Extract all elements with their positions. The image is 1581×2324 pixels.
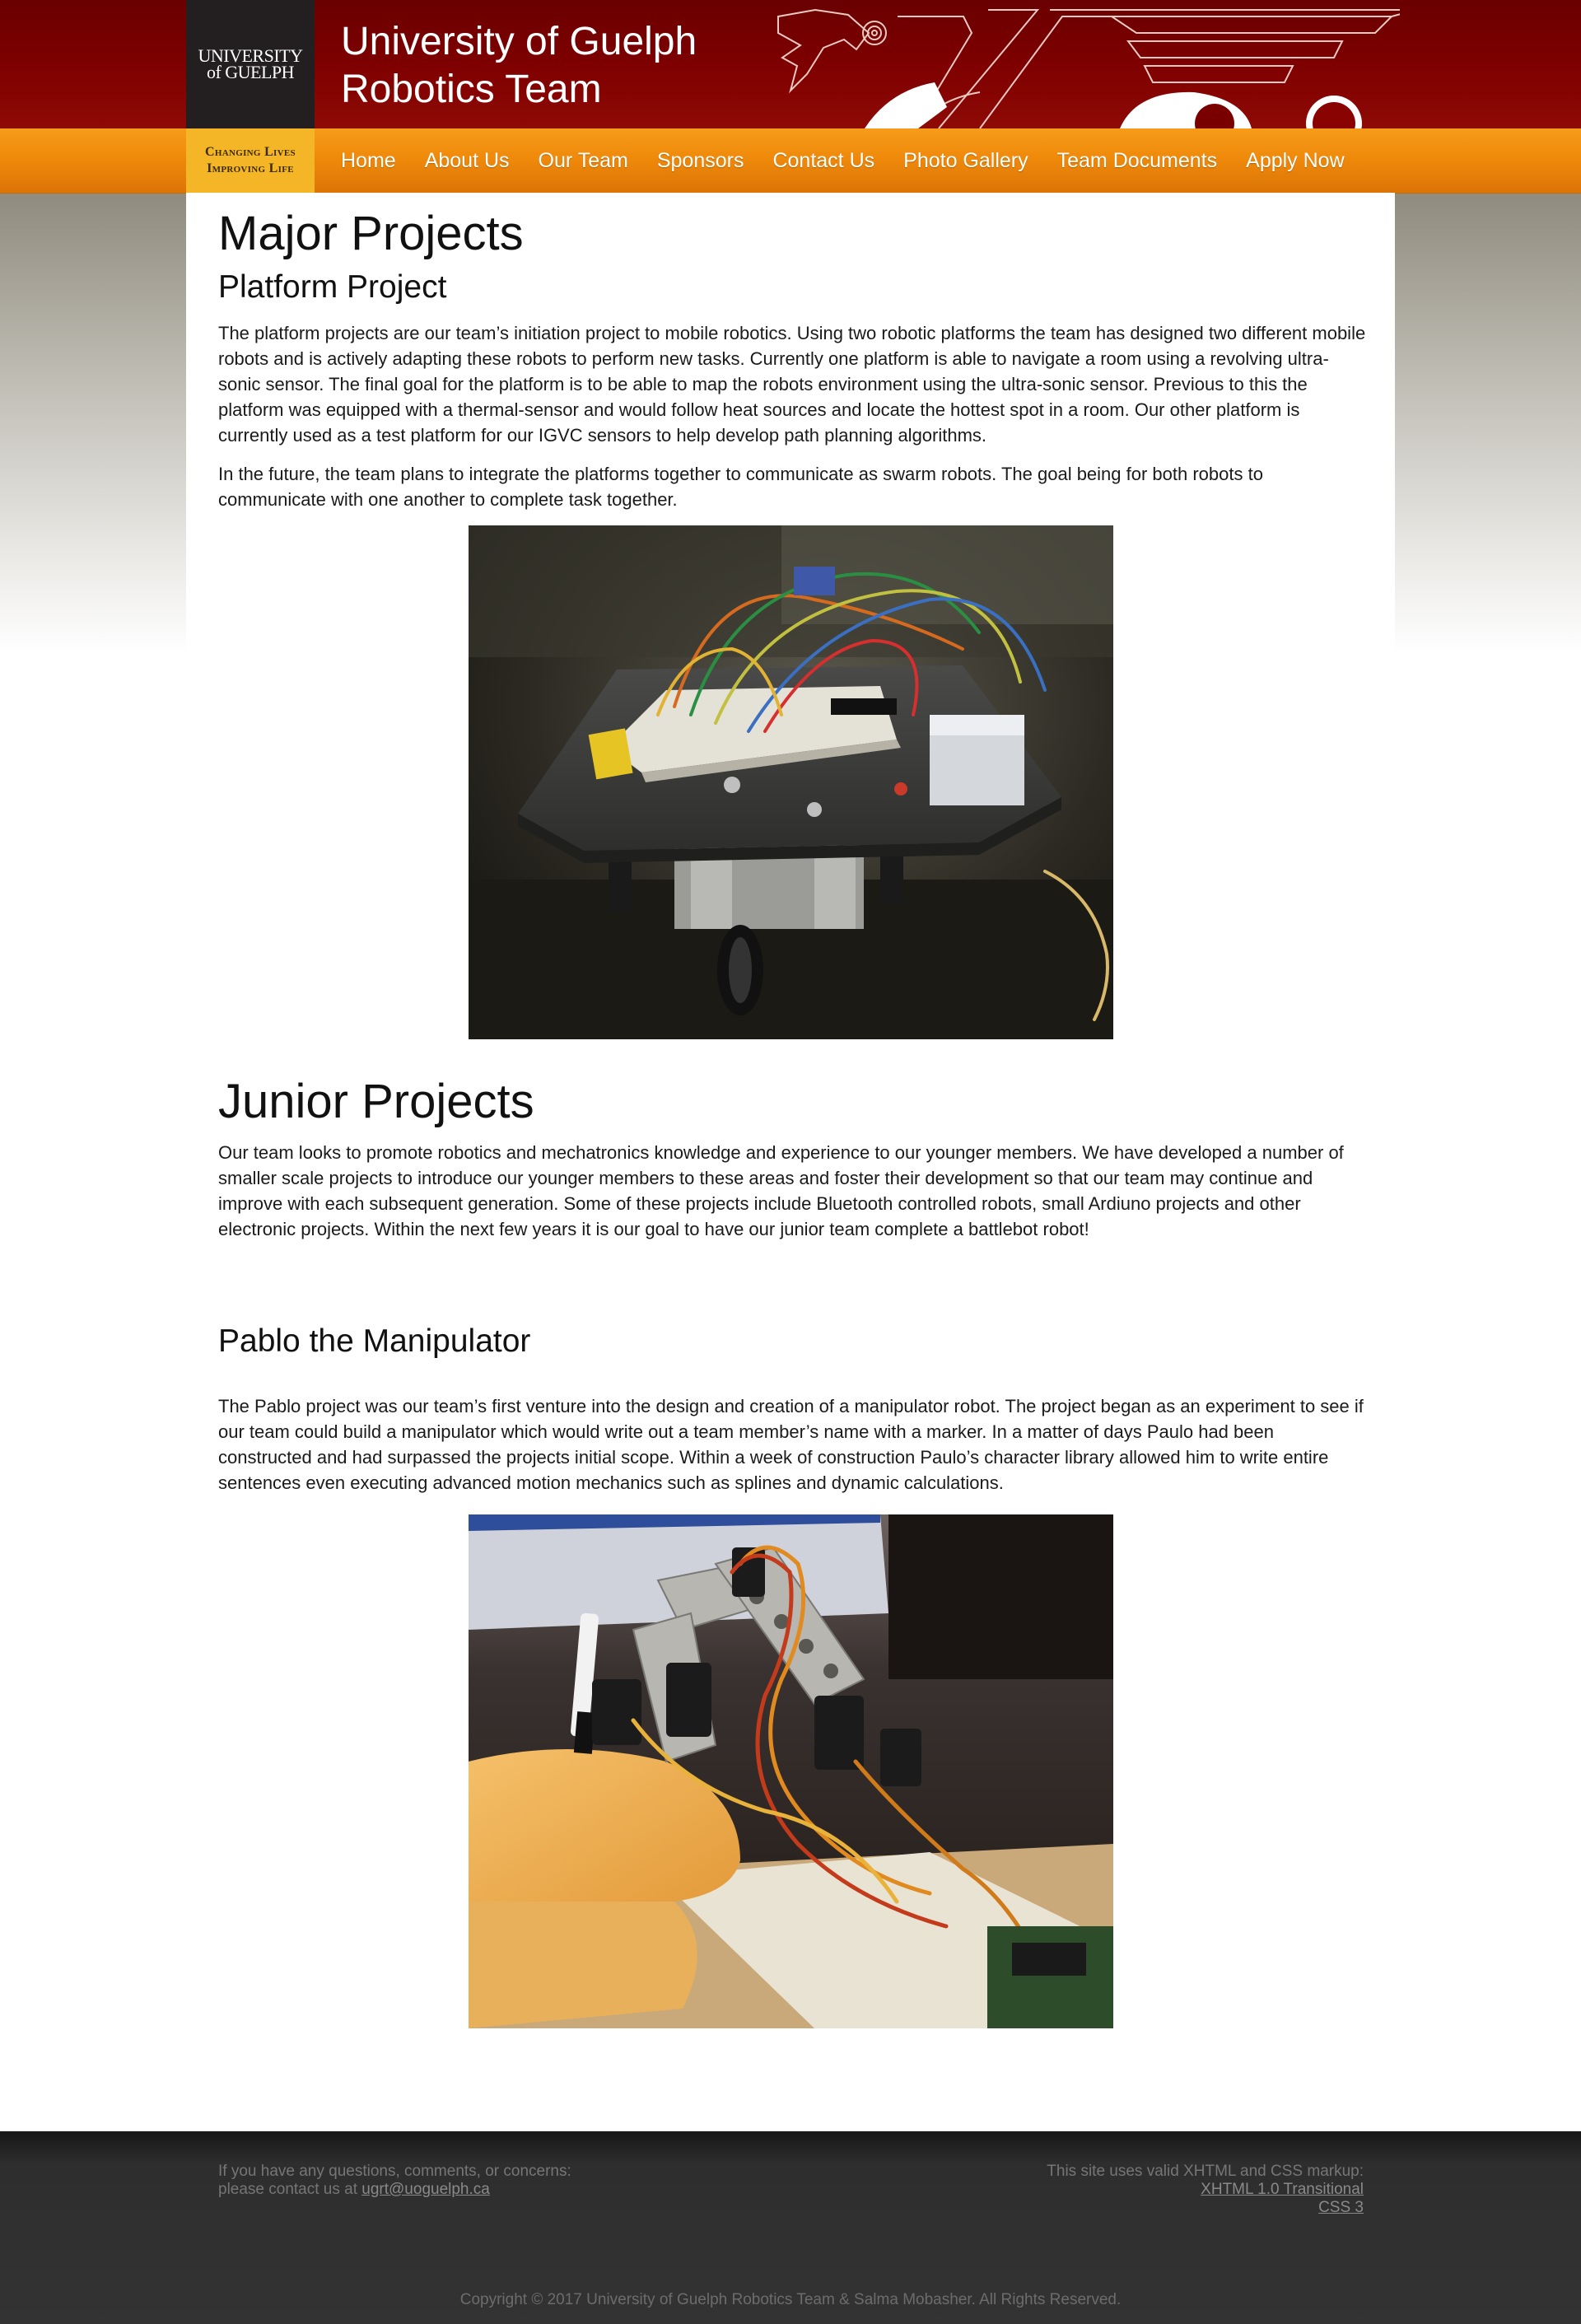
css-validation-link[interactable]: CSS 3 xyxy=(1318,2199,1364,2216)
main-nav: Changing Lives Improving Life Home About… xyxy=(0,128,1581,194)
main-content: Major Projects Platform Project The plat… xyxy=(186,193,1395,2131)
site-title: University of Guelph Robotics Team xyxy=(341,18,769,114)
gryphon-graphic xyxy=(777,8,1400,128)
footer-contact-line-1: If you have any questions, comments, or … xyxy=(218,2163,571,2180)
platform-robot-photo xyxy=(469,525,1113,1039)
site-title-line-2: Robotics Team xyxy=(341,68,602,111)
junior-paragraph: Our team looks to promote robotics and m… xyxy=(218,1142,1344,1239)
nav-item-apply-now[interactable]: Apply Now xyxy=(1246,149,1345,173)
logo-line-2: of GUELPH xyxy=(206,62,295,82)
footer-email-link[interactable]: ugrt@uoguelph.ca xyxy=(361,2181,490,2198)
junior-projects-heading: Junior Projects xyxy=(218,1075,534,1128)
nav-item-photo-gallery[interactable]: Photo Gallery xyxy=(903,149,1028,173)
nav-item-home[interactable]: Home xyxy=(341,149,396,173)
tagline-line-1: Changing Lives xyxy=(205,145,296,159)
platform-paragraph-1: The platform projects are our team’s ini… xyxy=(218,323,1366,446)
site-title-line-1: University of Guelph xyxy=(341,20,697,63)
footer-validation-text: This site uses valid XHTML and CSS marku… xyxy=(1047,2163,1364,2180)
site-footer: If you have any questions, comments, or … xyxy=(0,2131,1581,2324)
major-projects-heading: Major Projects xyxy=(218,207,524,260)
pablo-paragraph: The Pablo project was our team’s first v… xyxy=(218,1396,1364,1493)
nav-item-team-documents[interactable]: Team Documents xyxy=(1057,149,1218,173)
tagline-line-2: Improving Life xyxy=(207,161,294,175)
xhtml-validation-link[interactable]: XHTML 1.0 Transitional xyxy=(1201,2181,1364,2198)
logo-wordmark: UNIVERSITY of GUELPH xyxy=(198,47,304,82)
footer-contact: If you have any questions, comments, or … xyxy=(218,2163,571,2199)
pablo-manipulator-photo xyxy=(469,1514,1113,2028)
platform-paragraph-2: In the future, the team plans to integra… xyxy=(218,464,1263,510)
footer-validation: This site uses valid XHTML and CSS marku… xyxy=(1047,2163,1364,2217)
copyright-notice: Copyright © 2017 University of Guelph Ro… xyxy=(459,2291,1122,2308)
university-logo[interactable]: UNIVERSITY of GUELPH xyxy=(186,0,315,128)
nav-item-about-us[interactable]: About Us xyxy=(425,149,510,173)
nav-items: Home About Us Our Team Sponsors Contact … xyxy=(341,128,1373,193)
footer-contact-line-2: please contact us at ugrt@uoguelph.ca xyxy=(218,2181,571,2199)
footer-contact-prefix: please contact us at xyxy=(218,2181,362,2198)
pablo-heading: Pablo the Manipulator xyxy=(218,1323,531,1359)
nav-item-sponsors[interactable]: Sponsors xyxy=(657,149,744,173)
nav-item-our-team[interactable]: Our Team xyxy=(539,149,628,173)
site-header: UNIVERSITY of GUELPH University of Guelp… xyxy=(0,0,1581,128)
platform-project-heading: Platform Project xyxy=(218,269,447,305)
nav-item-contact-us[interactable]: Contact Us xyxy=(772,149,874,173)
tagline-badge: Changing Lives Improving Life xyxy=(186,128,315,193)
